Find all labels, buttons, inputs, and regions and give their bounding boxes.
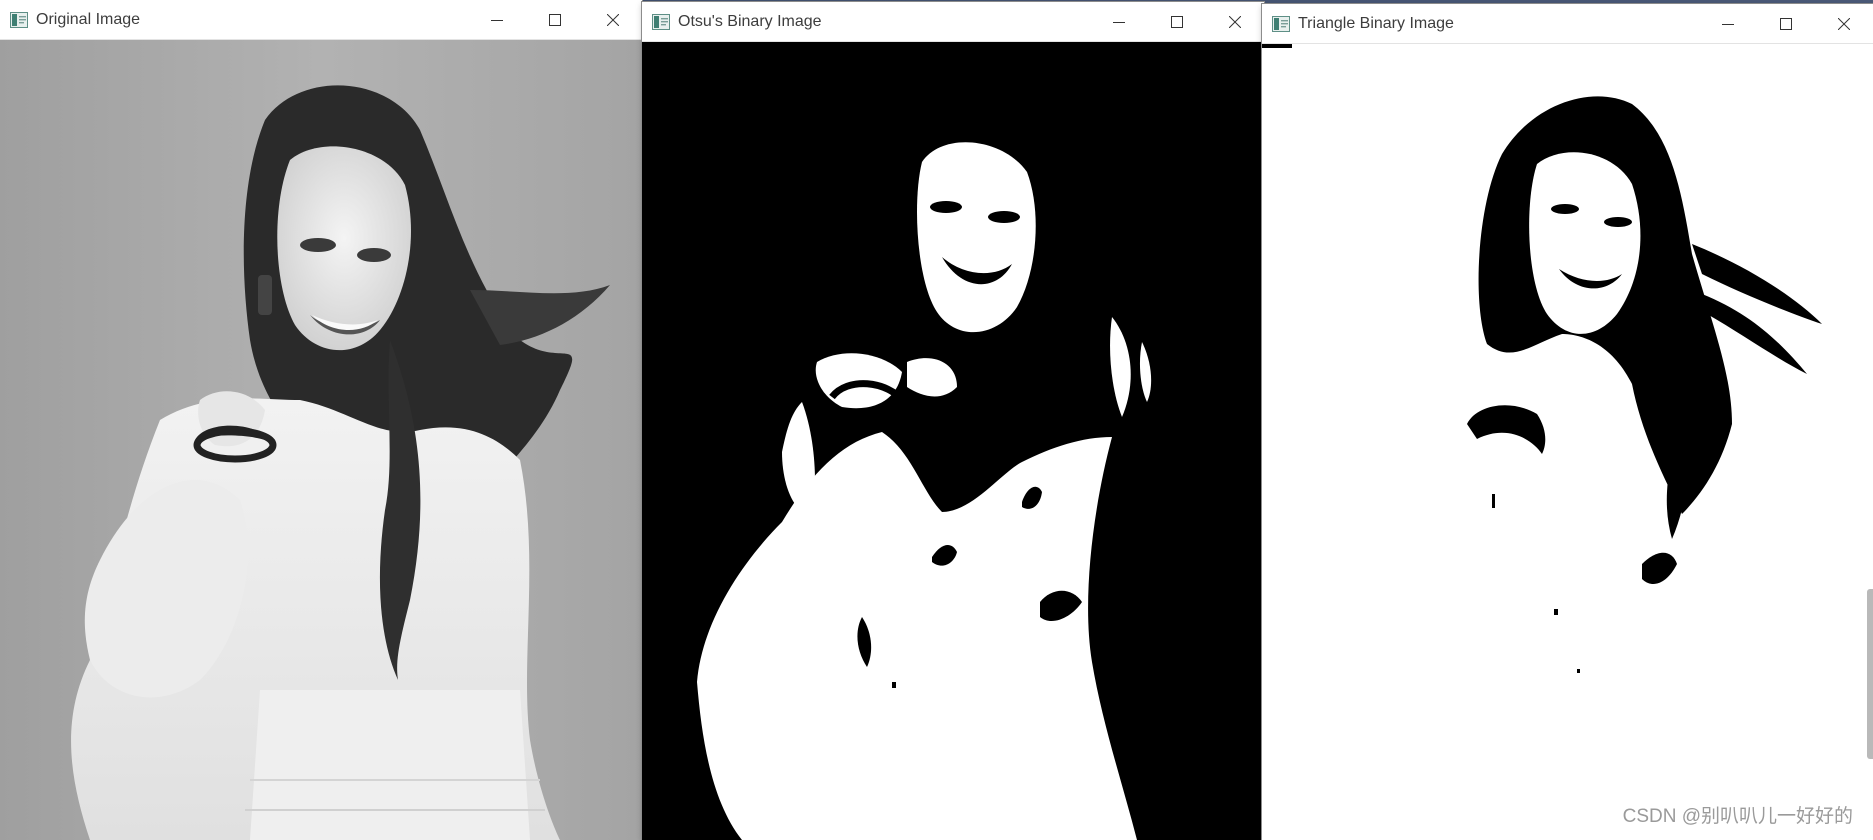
maximize-icon: [1780, 17, 1792, 30]
window-otsu-binary-image[interactable]: Otsu's Binary Image: [642, 2, 1264, 840]
maximize-button[interactable]: [526, 0, 584, 39]
window-title: Original Image: [36, 10, 141, 28]
close-button[interactable]: [1206, 2, 1264, 41]
close-button[interactable]: [1815, 4, 1873, 43]
window-original-image[interactable]: Original Image: [0, 0, 642, 840]
desktop: Original Image Otsu's Binary Image Trian…: [0, 0, 1873, 840]
maximize-button[interactable]: [1757, 4, 1815, 43]
app-window-icon: [1272, 15, 1290, 32]
app-window-icon: [10, 11, 28, 28]
image-canvas-triangle: CSDN @别叭叭儿一好好的: [1262, 44, 1873, 840]
window-title: Triangle Binary Image: [1298, 14, 1454, 32]
maximize-icon: [549, 13, 561, 26]
minimize-button[interactable]: [1090, 2, 1148, 41]
minimize-button[interactable]: [468, 0, 526, 39]
titlebar-original[interactable]: Original Image: [0, 0, 642, 40]
maximize-icon: [1171, 15, 1183, 28]
maximize-button[interactable]: [1148, 2, 1206, 41]
close-icon: [607, 13, 619, 26]
close-icon: [1229, 15, 1241, 28]
window-controls: [1090, 2, 1264, 41]
minimize-button[interactable]: [1699, 4, 1757, 43]
window-controls: [468, 0, 642, 39]
close-button[interactable]: [584, 0, 642, 39]
watermark-text: CSDN @别叭叭儿一好好的: [1622, 806, 1853, 827]
image-canvas-otsu: [642, 42, 1264, 840]
original-grayscale-photo: [0, 40, 642, 840]
close-icon: [1838, 17, 1850, 30]
minimize-icon: [1113, 21, 1125, 23]
window-triangle-binary-image[interactable]: Triangle Binary Image CSDN @别叭叭儿一好好的: [1262, 4, 1873, 840]
app-window-icon: [652, 13, 670, 30]
scroll-edge[interactable]: [1867, 589, 1873, 759]
window-title: Otsu's Binary Image: [678, 12, 822, 30]
titlebar-otsu[interactable]: Otsu's Binary Image: [642, 2, 1264, 42]
triangle-binary-output: [1262, 44, 1873, 840]
image-canvas-original: [0, 40, 642, 840]
minimize-icon: [1722, 23, 1734, 25]
titlebar-triangle[interactable]: Triangle Binary Image: [1262, 4, 1873, 44]
window-controls: [1699, 4, 1873, 43]
minimize-icon: [491, 19, 503, 21]
otsu-binary-output: [642, 42, 1264, 840]
